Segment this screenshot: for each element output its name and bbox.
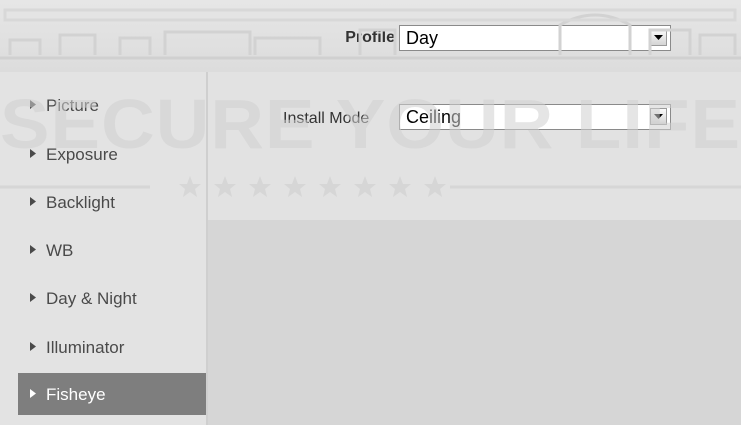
settings-sidebar: Picture Exposure Backlight WB Day & Nigh… xyxy=(0,72,208,425)
sidebar-item-exposure[interactable]: Exposure xyxy=(18,133,206,175)
header-bar: Profile Day xyxy=(0,0,741,72)
sidebar-item-day-night[interactable]: Day & Night xyxy=(18,277,206,319)
sidebar-item-fisheye[interactable]: Fisheye xyxy=(18,373,206,415)
sidebar-item-wb[interactable]: WB xyxy=(18,229,206,271)
sidebar-item-label: Illuminator xyxy=(46,338,125,357)
sidebar-item-label: Picture xyxy=(46,96,99,115)
sidebar-item-label: Day & Night xyxy=(46,289,137,308)
sidebar-item-label: Exposure xyxy=(46,145,118,164)
install-mode-dropdown-button[interactable] xyxy=(650,108,667,125)
install-mode-label: Install Mode xyxy=(283,110,370,127)
profile-label: Profile xyxy=(345,29,395,46)
caret-right-icon xyxy=(30,100,36,109)
caret-right-icon xyxy=(30,342,36,351)
caret-right-icon xyxy=(30,389,36,398)
chevron-down-icon xyxy=(654,35,663,40)
chevron-down-icon xyxy=(654,114,663,119)
profile-select-value: Day xyxy=(406,28,439,48)
sidebar-item-label: Backlight xyxy=(46,193,115,212)
sidebar-item-label: WB xyxy=(46,241,74,260)
fisheye-options-area: Install Mode Ceiling xyxy=(208,72,741,220)
sidebar-item-label: Fisheye xyxy=(46,385,106,404)
install-mode-select[interactable]: Ceiling xyxy=(399,104,671,130)
fisheye-settings-panel: Install Mode Ceiling xyxy=(208,72,741,425)
profile-dropdown-button[interactable] xyxy=(650,29,667,46)
sidebar-item-backlight[interactable]: Backlight xyxy=(18,181,206,223)
caret-right-icon xyxy=(30,149,36,158)
caret-right-icon xyxy=(30,197,36,206)
sidebar-item-picture[interactable]: Picture xyxy=(18,84,206,126)
profile-select[interactable]: Day xyxy=(399,25,671,51)
install-mode-select-value: Ceiling xyxy=(406,107,462,127)
caret-right-icon xyxy=(30,245,36,254)
camera-settings-page: Profile Day Picture Exposure Backlight W… xyxy=(0,0,741,425)
sidebar-item-illuminator[interactable]: Illuminator xyxy=(18,326,206,368)
caret-right-icon xyxy=(30,293,36,302)
